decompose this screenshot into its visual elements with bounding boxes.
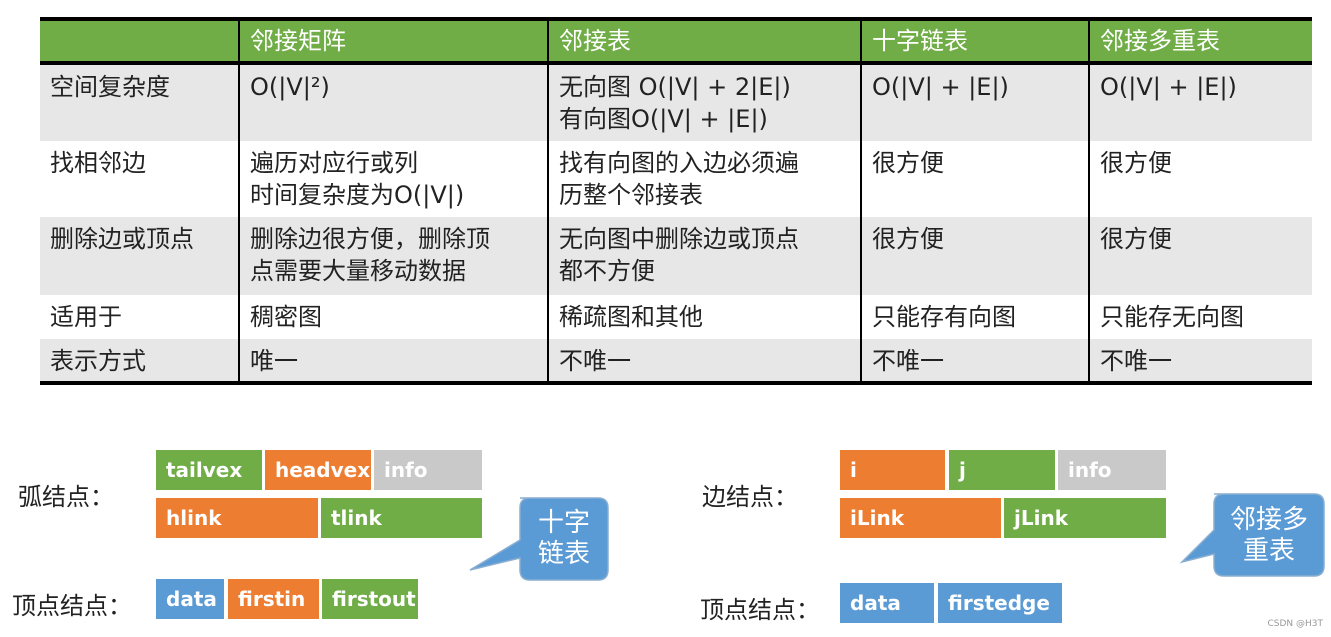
cell-text: 不唯一 (559, 347, 631, 375)
header-adjacency-matrix: 邻接矩阵 (238, 19, 548, 65)
field-firstin: firstin (228, 579, 319, 619)
field-j: j (949, 450, 1055, 490)
cell-text: 唯一 (250, 347, 298, 375)
cell-text: 稠密图 (250, 303, 322, 331)
row-label: 空间复杂度 (40, 63, 239, 141)
table-cell: 稠密图 (238, 295, 548, 339)
field-info: info (374, 450, 482, 490)
table-cell: 遍历对应行或列时间复杂度为O(|V|) (238, 141, 548, 217)
vertex-node-label-multilist: 顶点结点： (700, 596, 820, 624)
row-label: 删除边或顶点 (40, 217, 239, 295)
cell-text: O(|V| + |E|) (1100, 73, 1237, 101)
cell-text: O(|V|²) (250, 73, 330, 101)
cell-text: 遍历对应行或列 (250, 149, 418, 177)
table-row: 找相邻边 遍历对应行或列 时间复杂度为O(|V|) 找有向图的入边必须遍 历整个邻接表很… (40, 141, 1312, 217)
callout-text-orthogonal: 十字 链表 (537, 508, 590, 569)
table-cell: O(|V| + |E|) (1088, 63, 1312, 141)
table-cell: 无向图 O(|V| + 2|E|) 有向图O(|V| + |E|) (547, 63, 861, 141)
table-row: 适用于 稠密图 稀疏图和其他 只能存有向图 只能存无向图 (40, 295, 1312, 339)
callout-text-multilist: 邻接多 重表 (1229, 505, 1308, 566)
cell-text: 只能存无向图 (1100, 303, 1244, 331)
cell-text: 找有向图的入边必须遍 (559, 149, 799, 177)
table-cell: 很方便 (1088, 141, 1312, 217)
field-headvex: headvex (265, 450, 371, 490)
table-cell: 很方便 (860, 217, 1089, 295)
cell-text: O(|V| + |E|) (872, 73, 1009, 101)
field-firstedge: firstedge (938, 583, 1062, 623)
row-label: 找相邻边 (40, 141, 239, 217)
vertex-node-label-orthogonal: 顶点结点： (12, 592, 132, 620)
field-vertex-data: data (840, 583, 934, 623)
cell-text: 时间复杂度为O(|V|) (250, 181, 465, 209)
cell-text: 很方便 (872, 149, 944, 177)
field-tlink: tlink (321, 498, 482, 538)
cell-text: 无向图中删除边或顶点 (559, 225, 799, 253)
cell-text: 不唯一 (1100, 347, 1172, 375)
header-adjacency-list: 邻接表 (547, 19, 861, 65)
field-hlink: hlink (156, 498, 318, 538)
table-cell: 很方便 (1088, 217, 1312, 295)
table-cell: 不唯一 (860, 339, 1089, 383)
table-cell: 不唯一 (547, 339, 861, 383)
header-corner (40, 19, 239, 65)
row-label: 适用于 (40, 295, 239, 339)
field-tailvex: tailvex (156, 450, 262, 490)
cell-text: 稀疏图和其他 (559, 303, 703, 331)
table-cell: 找有向图的入边必须遍 历整个邻接表 (547, 141, 861, 217)
cell-text: 有向图O(|V| + |E|) (559, 105, 768, 133)
cell-text: 删除边很方便，删除顶 (250, 225, 490, 253)
table-header-row: 邻接矩阵 邻接表 十字链表 邻接多重表 (40, 19, 1312, 65)
table-cell: O(|V| + |E|) (860, 63, 1089, 141)
header-orthogonal-list: 十字链表 (860, 19, 1089, 65)
comparison-table: 邻接矩阵 邻接表 十字链表 邻接多重表 空间复杂度 O(|V|²) 无向图 O(|V… (40, 17, 1312, 385)
cell-text: 都不方便 (559, 257, 655, 285)
cell-text: 很方便 (1100, 225, 1172, 253)
table-cell: 稀疏图和其他 (547, 295, 861, 339)
arc-node-label: 弧结点： (18, 483, 114, 511)
table-cell: 很方便 (860, 141, 1089, 217)
field-jlink: jLink (1004, 498, 1166, 538)
table-cell: 只能存无向图 (1088, 295, 1312, 339)
cell-text: 很方便 (1100, 149, 1172, 177)
cell-text: 只能存有向图 (872, 303, 1016, 331)
cell-text: 历整个邻接表 (559, 181, 703, 209)
cell-text: 无向图 O(|V| + 2|E|) (559, 73, 791, 101)
table-cell: 只能存有向图 (860, 295, 1089, 339)
table-row: 表示方式 唯一 不唯一 不唯一 不唯一 (40, 339, 1312, 383)
field-edge-info: info (1058, 450, 1166, 490)
table-row: 删除边或顶点 删除边很方便，删除顶 点需要大量移动数据 无向图中删除边或顶点 都不方便很… (40, 217, 1312, 295)
field-i: i (840, 450, 945, 490)
table-cell: 不唯一 (1088, 339, 1312, 383)
edge-node-label: 边结点： (702, 483, 798, 511)
cell-text: 点需要大量移动数据 (250, 257, 466, 285)
cell-text: 很方便 (872, 225, 944, 253)
table-cell: 删除边很方便，删除顶 点需要大量移动数据 (238, 217, 548, 295)
table-row: 空间复杂度 O(|V|²) 无向图 O(|V| + 2|E|) 有向图O(|V| + … (40, 63, 1312, 141)
field-ilink: iLink (840, 498, 1001, 538)
table-cell: 无向图中删除边或顶点 都不方便 (547, 217, 861, 295)
table-cell: 唯一 (238, 339, 548, 383)
table-cell: O(|V|²) (238, 63, 548, 141)
watermark: CSDN @H3T (1267, 619, 1323, 629)
field-firstout: firstout (322, 579, 418, 619)
header-adjacency-multilist: 邻接多重表 (1088, 19, 1312, 65)
row-label: 表示方式 (40, 339, 239, 383)
cell-text: 不唯一 (872, 347, 944, 375)
field-data: data (156, 579, 224, 619)
